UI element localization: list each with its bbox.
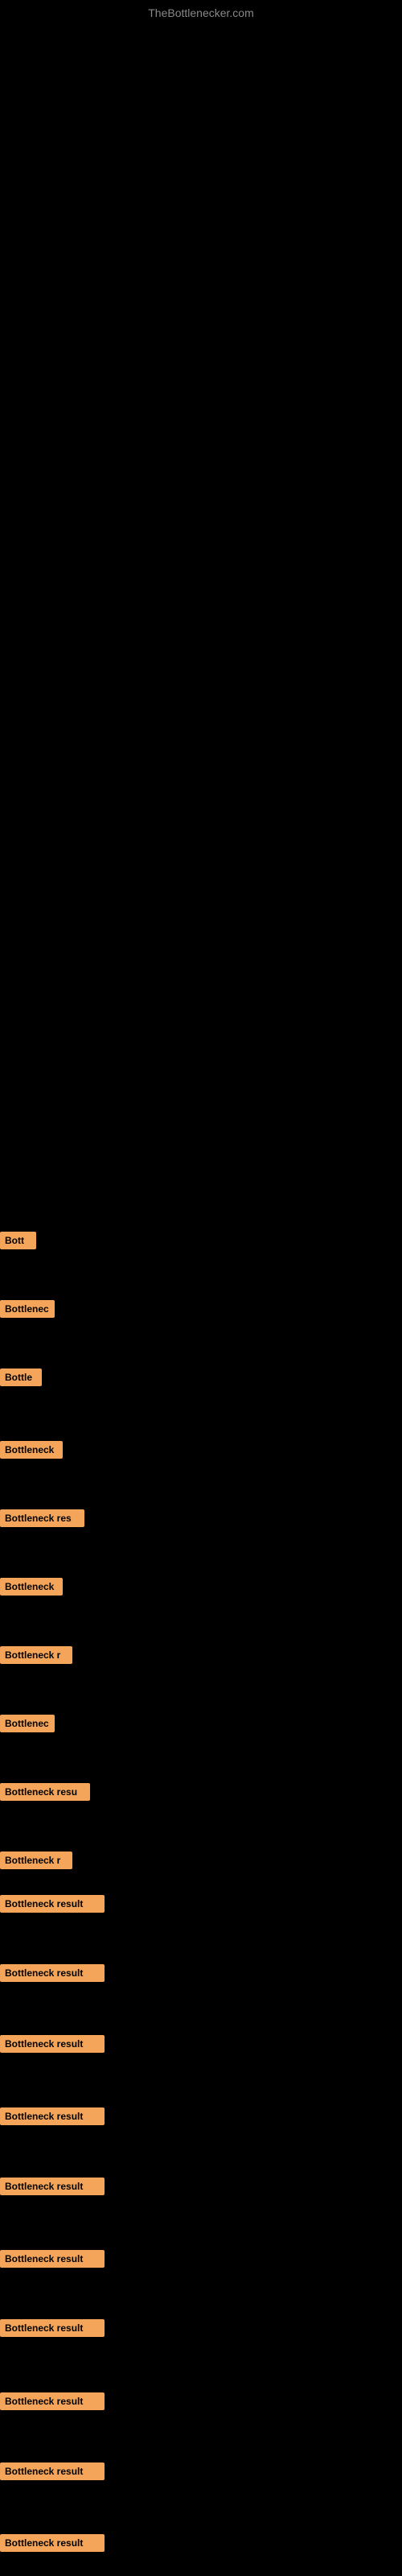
bottleneck-result-item[interactable]: Bottleneck r [0, 1646, 72, 1664]
bottleneck-result-item[interactable]: Bottleneck r [0, 1852, 72, 1869]
bottleneck-result-item[interactable]: Bottleneck result [0, 2534, 105, 2552]
bottleneck-result-item[interactable]: Bottleneck result [0, 2107, 105, 2125]
bottleneck-result-item[interactable]: Bottleneck result [0, 2462, 105, 2480]
bottleneck-result-item[interactable]: Bottlenec [0, 1715, 55, 1732]
bottleneck-result-item[interactable]: Bottleneck result [0, 2319, 105, 2337]
site-title: TheBottlenecker.com [148, 6, 254, 19]
bottleneck-result-item[interactable]: Bottleneck result [0, 2035, 105, 2053]
bottleneck-result-item[interactable]: Bottleneck resu [0, 1783, 90, 1801]
bottleneck-result-item[interactable]: Bottleneck result [0, 2392, 105, 2410]
bottleneck-result-item[interactable]: Bott [0, 1232, 36, 1249]
bottleneck-result-item[interactable]: Bottlenec [0, 1300, 55, 1318]
bottleneck-result-item[interactable]: Bottleneck result [0, 2250, 105, 2268]
bottleneck-result-item[interactable]: Bottleneck [0, 1441, 63, 1459]
bottleneck-result-item[interactable]: Bottleneck [0, 1578, 63, 1596]
bottleneck-result-item[interactable]: Bottle [0, 1368, 42, 1386]
bottleneck-result-item[interactable]: Bottleneck res [0, 1509, 84, 1527]
bottleneck-result-item[interactable]: Bottleneck result [0, 1964, 105, 1982]
bottleneck-result-item[interactable]: Bottleneck result [0, 1895, 105, 1913]
bottleneck-result-item[interactable]: Bottleneck result [0, 2178, 105, 2195]
